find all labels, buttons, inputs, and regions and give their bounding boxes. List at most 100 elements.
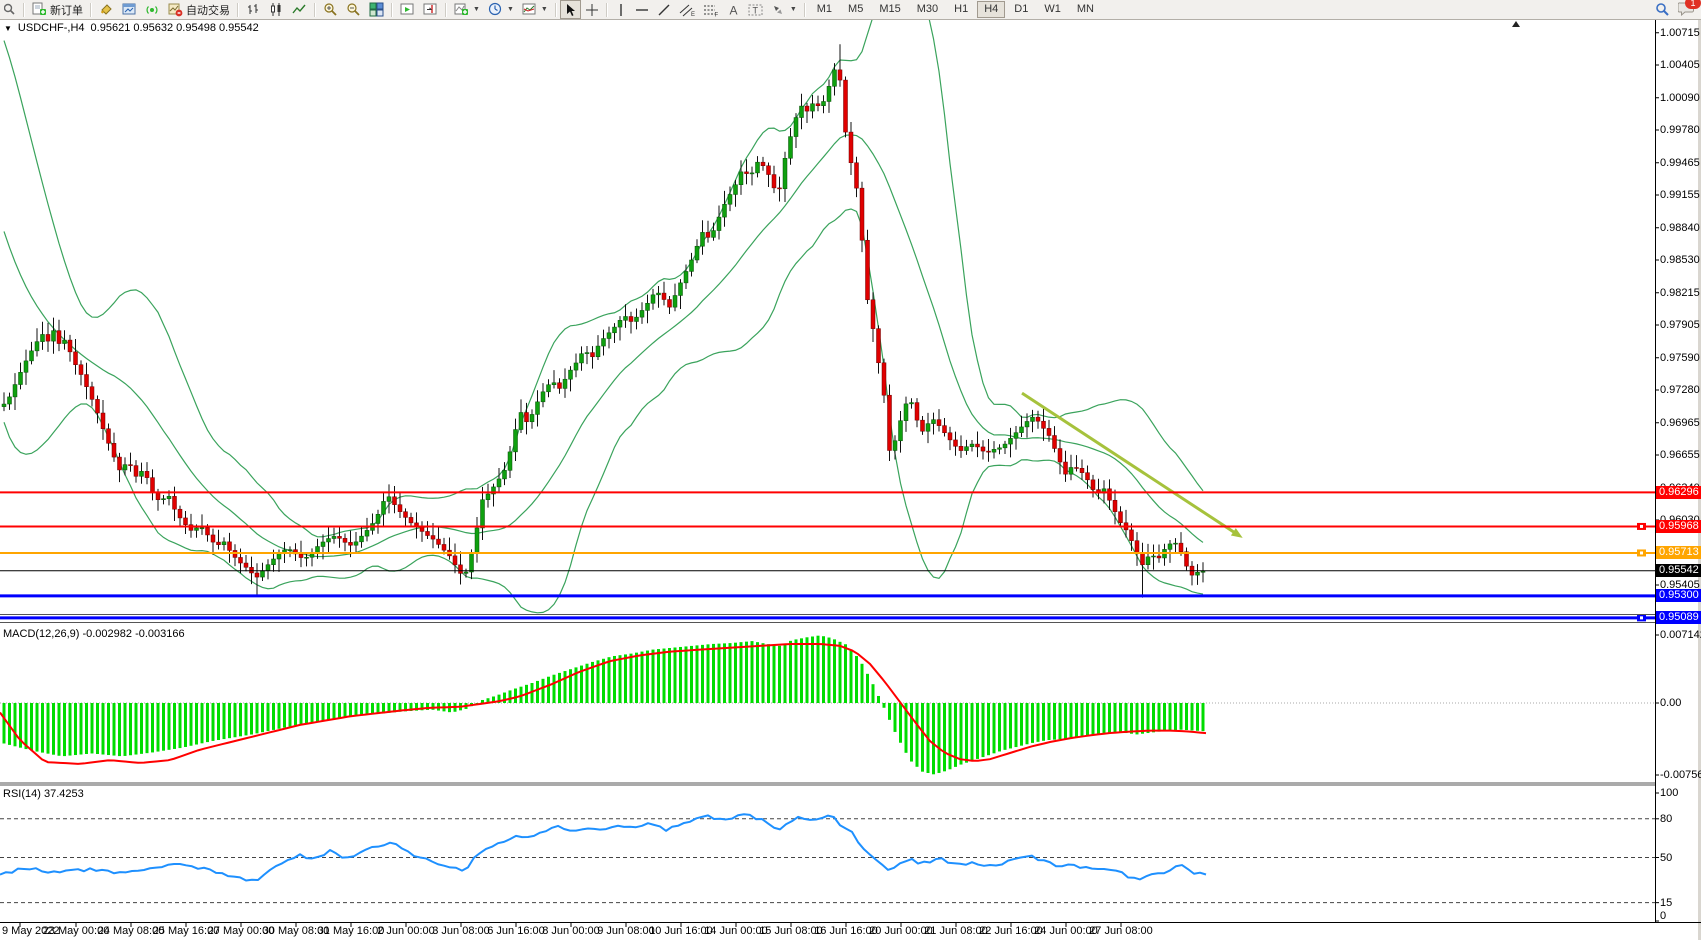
tab-timeframe-M30[interactable]: M30 [910,1,945,18]
x-axis-tick: 8 Jun 00:00 [542,925,600,937]
tab-timeframe-H1[interactable]: H1 [947,1,975,18]
y-axis-tick: 0.97280 [1660,384,1700,396]
search-icon[interactable] [1655,2,1670,17]
trendline-tool-button[interactable] [653,0,675,19]
y-axis-tick: 0.99465 [1660,157,1700,169]
current-price-badge: 0.95542 [1656,564,1701,577]
periods-button[interactable]: ▼ [484,0,518,19]
symbol-dropdown-icon[interactable]: ▼ [4,24,12,33]
equidistant-channel-icon: E [679,3,695,17]
toolbar-separator [555,3,557,17]
text-icon: A [727,3,740,17]
cursor-tool-button[interactable] [560,0,581,19]
price-level-badge: 0.95300 [1656,589,1701,602]
zoom-in-button[interactable] [319,0,342,19]
y-axis-tick: 0.98215 [1660,287,1700,299]
y-axis-tick: 1.00405 [1660,59,1700,71]
ohlc-bars-icon [246,2,261,17]
fibonacci-tool-button[interactable]: F [699,0,723,19]
y-axis-tick: 0.99780 [1660,124,1700,136]
tab-timeframe-M15[interactable]: M15 [872,1,907,18]
magnifier-icon [4,2,16,17]
tab-timeframe-MN[interactable]: MN [1070,1,1101,18]
arrows-tool-button[interactable]: ▼ [767,0,801,19]
symbol-ohlc-values: 0.95621 0.95632 0.95498 0.95542 [91,22,259,34]
notifications-button[interactable]: 1 [1678,1,1695,19]
vertical-line-icon [615,3,627,17]
timeframe-group: M1M5M15M30H1H4D1W1MN [809,1,1102,18]
toolbar-separator [237,3,239,17]
bar-chart-mode-button[interactable] [242,0,265,19]
templates-button[interactable]: ▼ [518,0,552,19]
clock-icon [488,2,503,17]
symbol-title: USDCHF-,H4 [18,22,85,34]
line-chart-mode-button[interactable] [288,0,311,19]
tab-timeframe-W1[interactable]: W1 [1037,1,1068,18]
chart-window-button[interactable] [118,0,141,19]
notification-badge: 1 [1685,0,1701,9]
arrows-icon [771,3,786,17]
rsi-axis-tick: 50 [1660,852,1672,864]
vertical-line-tool-button[interactable] [611,0,631,19]
new-order-icon [32,2,47,17]
symbol-line: ▼ USDCHF-,H4 0.95621 0.95632 0.95498 0.9… [4,22,259,34]
horizontal-line-icon [635,3,649,17]
clipped-left-icon[interactable] [0,0,20,19]
chevron-down-icon: ▼ [507,6,514,13]
chart-window-icon [122,2,137,17]
macd-indicator-label: MACD(12,26,9) -0.002982 -0.003166 [3,628,185,640]
auto-trading-button[interactable]: 自动交易 [164,0,234,19]
y-axis-tick: 0.98530 [1660,254,1700,266]
x-axis-tick: 27 Jun 08:00 [1089,925,1153,937]
x-axis-tick: 2 Jun 00:00 [377,925,435,937]
toolbar-separator [23,3,25,17]
crosshair-icon [585,3,599,17]
channel-tool-button[interactable]: E [675,0,699,19]
chevron-down-icon: ▼ [473,6,480,13]
new-order-button[interactable]: 新订单 [28,0,87,19]
auto-scroll-button[interactable] [396,0,419,19]
svg-text:A: A [729,3,737,17]
zoom-in-icon [323,2,338,17]
toolbar-separator [445,3,447,17]
tab-timeframe-H4[interactable]: H4 [977,1,1005,18]
rsi-axis-tick: 15 [1660,897,1672,909]
rsi-axis-tick: 0 [1660,910,1666,922]
y-axis-tick: 0.96965 [1660,417,1700,429]
tab-timeframe-D1[interactable]: D1 [1007,1,1035,18]
cursor-icon [564,3,577,17]
x-axis-tick: 31 May 16:00 [318,925,385,937]
svg-text:F: F [714,12,718,17]
rsi-axis-tick: 80 [1660,813,1672,825]
y-axis-tick: 1.00090 [1660,92,1700,104]
y-axis-tick: 0.97590 [1660,352,1700,364]
tab-timeframe-M5[interactable]: M5 [841,1,870,18]
template-icon [522,2,537,17]
zoom-out-button[interactable] [342,0,365,19]
horizontal-line-tool-button[interactable] [631,0,653,19]
fibonacci-icon: F [703,3,719,17]
indicators-button[interactable]: ▼ [450,0,484,19]
text-tool-button[interactable]: A [723,0,744,19]
candlestick-mode-button[interactable] [265,0,288,19]
auto-trading-label: 自动交易 [186,2,230,18]
signals-button[interactable] [141,0,164,19]
price-level-badge: 0.95713 [1656,546,1701,559]
trendline-icon [657,3,671,17]
tile-windows-button[interactable] [365,0,388,19]
tab-timeframe-M1[interactable]: M1 [810,1,839,18]
rsi-axis-tick: 100 [1660,787,1678,799]
mt4-terminal: { "toolbar": { "new_order": "新订单", "auto… [0,0,1701,940]
toolbar-separator [314,3,316,17]
chart-canvas[interactable] [0,0,1701,940]
text-label-tool-button[interactable]: T [744,0,767,19]
crosshair-tool-button[interactable] [581,0,603,19]
chart-shift-button[interactable] [419,0,442,19]
chart-shift-icon [423,2,438,17]
toolbar-right: 1 [1655,0,1695,19]
toolbar-separator [90,3,92,17]
styles-button[interactable] [95,0,118,19]
paint-bucket-icon [99,2,114,17]
macd-axis-tick: -0.007561 [1660,769,1701,781]
y-axis-tick: 0.96655 [1660,449,1700,461]
